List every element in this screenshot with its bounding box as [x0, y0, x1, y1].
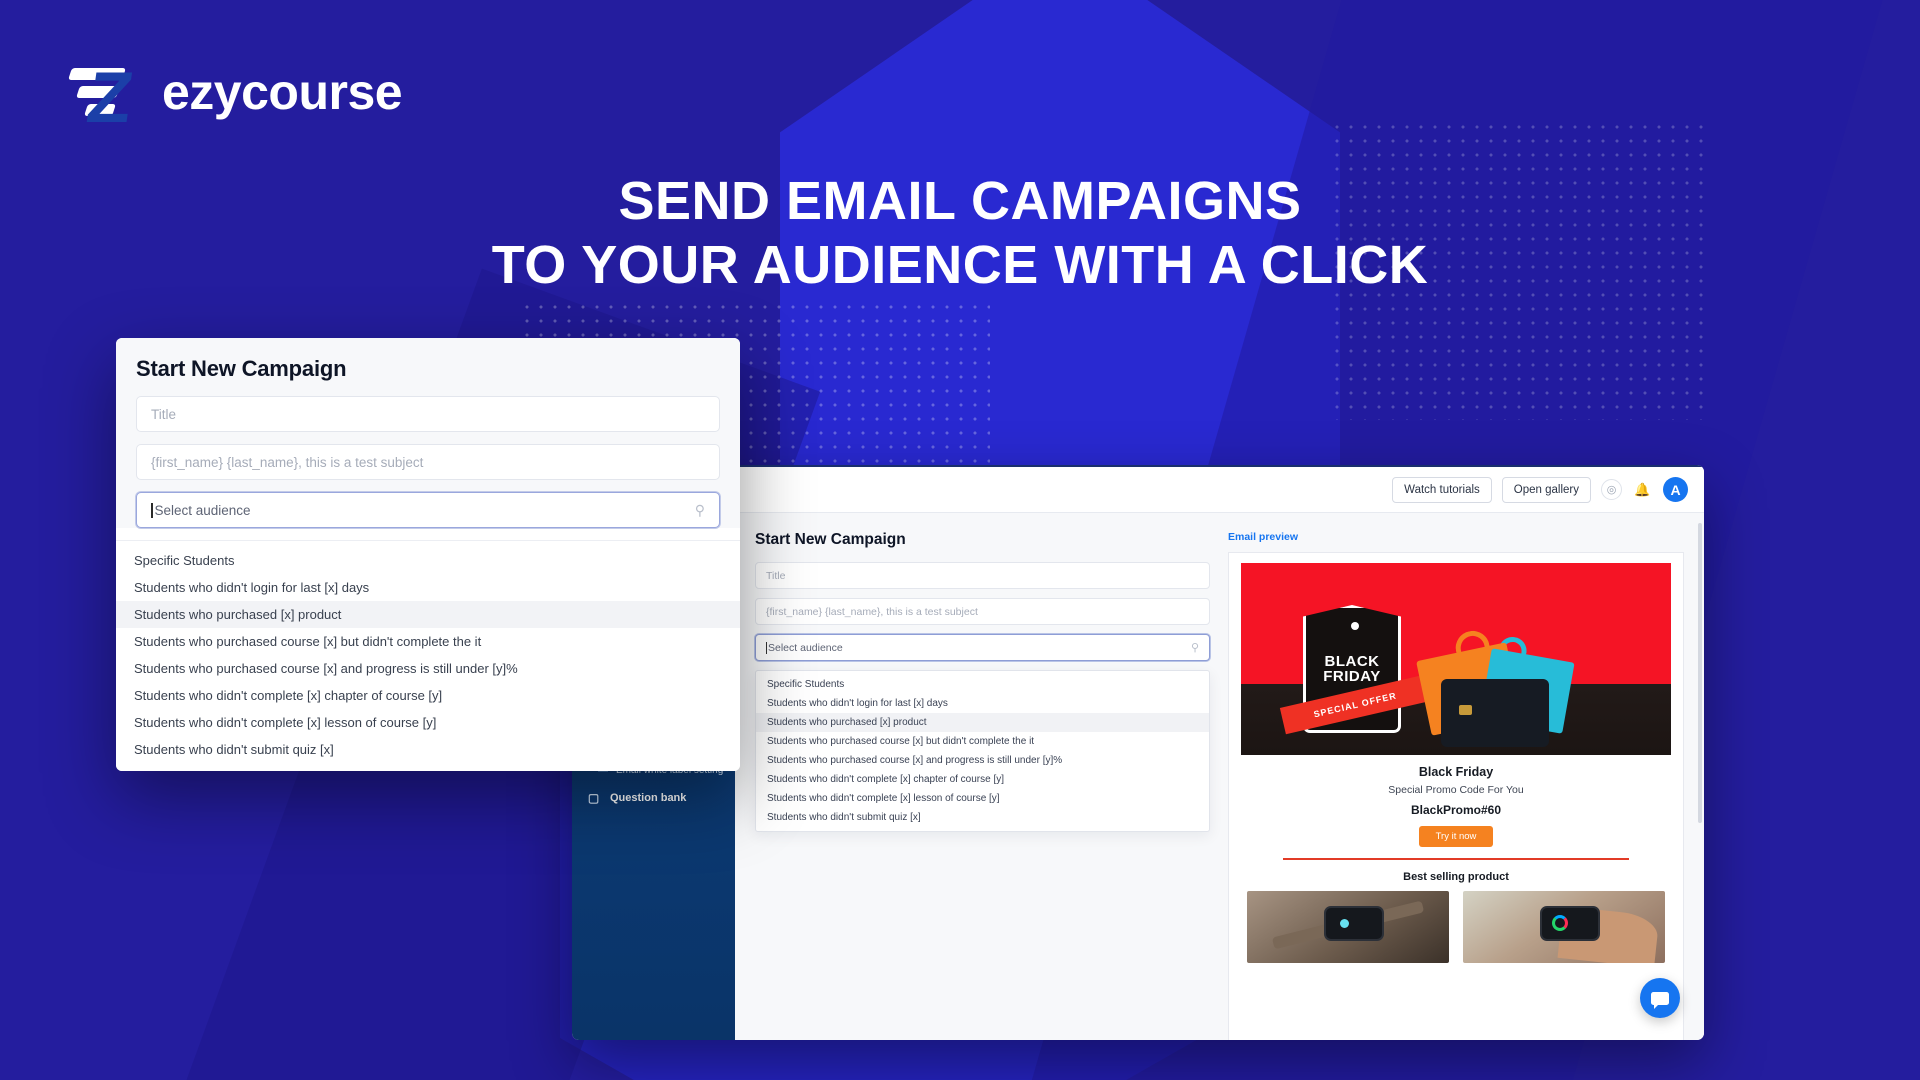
- product-thumbnail[interactable]: [1463, 890, 1665, 963]
- audience-placeholder: Select audience: [768, 641, 843, 654]
- dialog-audience-placeholder: Select audience: [154, 502, 251, 518]
- list-item[interactable]: Specific Students: [756, 675, 1209, 694]
- search-icon[interactable]: ⚲: [1191, 641, 1199, 654]
- text-caret: [766, 641, 767, 654]
- dialog-subject-placeholder: {first_name} {last_name}, this is a test…: [151, 454, 424, 470]
- campaign-title-placeholder: Title: [766, 569, 786, 582]
- list-item[interactable]: Students who didn't complete [x] chapter…: [116, 682, 740, 709]
- logo-wordmark: ezycourse: [162, 64, 403, 120]
- list-item[interactable]: Students who didn't complete [x] lesson …: [756, 789, 1209, 808]
- list-item[interactable]: Students who didn't submit quiz [x]: [116, 736, 740, 763]
- headline-line-1: SEND EMAIL CAMPAIGNS: [618, 171, 1302, 231]
- audience-options-dropdown: Specific Students Students who didn't lo…: [755, 670, 1210, 832]
- help-chat-icon[interactable]: ◎: [1601, 479, 1622, 500]
- banner-tag-line-2: FRIDAY: [1323, 668, 1381, 685]
- sidebar-item-label: Question bank: [610, 791, 687, 804]
- page-root: Z ezycourse SEND EMAIL CAMPAIGNS TO YOUR…: [0, 0, 1920, 1080]
- list-item[interactable]: Students who purchased course [x] but di…: [116, 628, 740, 655]
- campaign-form-panel: Start New Campaign Title {first_name} {l…: [755, 531, 1210, 1040]
- dialog-subject-input[interactable]: {first_name} {last_name}, this is a test…: [136, 444, 720, 480]
- dialog-title: Start New Campaign: [136, 356, 347, 381]
- product-thumbnail[interactable]: [1247, 890, 1449, 963]
- email-preview-panel: Email preview BLACK FRIDAY SPECIAL OFFER: [1228, 523, 1702, 1040]
- list-item[interactable]: Students who purchased [x] product: [116, 601, 740, 628]
- best-selling-title: Best selling product: [1403, 870, 1509, 883]
- preview-scrollbar[interactable]: [1698, 523, 1702, 823]
- watch-tutorials-button[interactable]: Watch tutorials: [1392, 476, 1492, 503]
- list-item[interactable]: Students who didn't login for last [x] d…: [116, 574, 740, 601]
- list-item[interactable]: Students who purchased course [x] but di…: [756, 732, 1209, 751]
- email-preview-label: Email preview: [1228, 531, 1299, 543]
- promo-subtitle: Special Promo Code For You: [1388, 784, 1524, 796]
- section-divider: [1283, 858, 1629, 860]
- try-it-now-button[interactable]: Try it now: [1418, 826, 1494, 847]
- page-headline: SEND EMAIL CAMPAIGNS TO YOUR AUDIENCE WI…: [0, 170, 1920, 297]
- product-thumbnail-row: [1241, 890, 1671, 963]
- list-item[interactable]: Students who didn't login for last [x] d…: [756, 694, 1209, 713]
- brand-logo: Z ezycourse: [64, 58, 403, 138]
- black-credit-card: [1441, 679, 1549, 747]
- app-topbar: Visit site Watch tutorials Open gallery …: [572, 467, 1704, 513]
- list-item[interactable]: Students who purchased [x] product: [756, 713, 1209, 732]
- question-box-icon: ▢: [587, 791, 600, 806]
- list-item[interactable]: Students who didn't submit quiz [x]: [756, 808, 1209, 827]
- card-chip-icon: [1459, 705, 1472, 715]
- app-main-content: Start New Campaign Title {first_name} {l…: [735, 513, 1704, 1040]
- app-browser-window: Visit site Watch tutorials Open gallery …: [572, 465, 1704, 1040]
- avatar[interactable]: A: [1663, 477, 1688, 502]
- campaign-title-input[interactable]: Title: [755, 562, 1210, 589]
- audience-select-input[interactable]: Select audience ⚲: [755, 634, 1210, 661]
- dialog-header: Start New Campaign: [116, 338, 740, 396]
- notification-bell-icon[interactable]: 🔔: [1632, 479, 1653, 500]
- list-item[interactable]: Students who didn't complete [x] lesson …: [116, 709, 740, 736]
- banner-tag-line-1: BLACK: [1324, 653, 1380, 670]
- black-friday-banner-image: BLACK FRIDAY SPECIAL OFFER: [1241, 563, 1671, 755]
- page-title: Start New Campaign: [755, 531, 906, 548]
- list-item[interactable]: Students who didn't complete [x] chapter…: [756, 770, 1209, 789]
- logo-mark-letter: Z: [82, 58, 138, 138]
- promo-code: BlackPromo#60: [1410, 803, 1502, 817]
- list-item[interactable]: Specific Students: [116, 547, 740, 574]
- campaign-subject-placeholder: {first_name} {last_name}, this is a test…: [766, 605, 978, 618]
- sidebar-item-question-bank[interactable]: ▢ Question bank: [572, 782, 735, 815]
- headline-line-2: TO YOUR AUDIENCE WITH A CLICK: [491, 234, 1429, 295]
- topbar-actions: Watch tutorials Open gallery ◎ 🔔 A: [1392, 476, 1688, 503]
- dialog-body: Title {first_name} {last_name}, this is …: [116, 396, 740, 528]
- dialog-title-placeholder: Title: [151, 406, 177, 422]
- chat-bubble-icon[interactable]: [1640, 978, 1680, 1018]
- open-gallery-button[interactable]: Open gallery: [1501, 476, 1591, 503]
- email-preview-card: BLACK FRIDAY SPECIAL OFFER Black Friday: [1228, 552, 1684, 1040]
- ezycourse-mark-icon: Z: [64, 58, 142, 138]
- list-item[interactable]: Students who purchased course [x] and pr…: [116, 655, 740, 682]
- dialog-audience-select-input[interactable]: Select audience ⚲: [136, 492, 720, 528]
- list-item[interactable]: Students who purchased course [x] and pr…: [756, 751, 1209, 770]
- tag-hole: [1351, 622, 1359, 630]
- search-icon[interactable]: ⚲: [695, 502, 705, 519]
- app-body: ▦ Due payment 👥 All users ⌄ 👥 Affiliate …: [572, 513, 1704, 1040]
- text-caret: [151, 502, 153, 518]
- dialog-audience-options-dropdown: Specific Students Students who didn't lo…: [116, 540, 740, 771]
- promo-title: Black Friday: [1418, 765, 1494, 779]
- campaign-subject-input[interactable]: {first_name} {last_name}, this is a test…: [755, 598, 1210, 625]
- dialog-title-input[interactable]: Title: [136, 396, 720, 432]
- start-new-campaign-dialog: Start New Campaign Title {first_name} {l…: [116, 338, 740, 771]
